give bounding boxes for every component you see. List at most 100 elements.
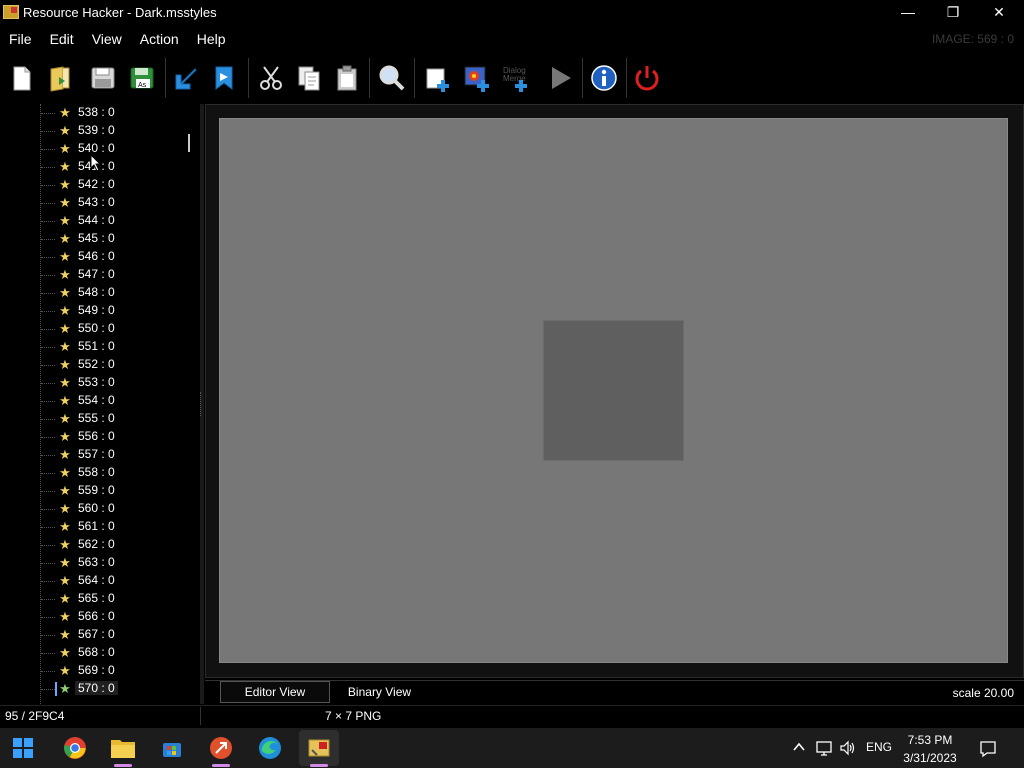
input-language[interactable]: ENG [866, 740, 892, 754]
splitter-grip[interactable] [200, 392, 203, 416]
info-icon[interactable] [586, 60, 622, 96]
tree-scrollbar-thumb[interactable] [188, 134, 190, 152]
tree-item[interactable]: ★ 565 : 0 [0, 590, 200, 608]
restore-button[interactable]: ❐ [930, 0, 976, 24]
tree-item-label: 539 : 0 [78, 123, 115, 137]
tree-item[interactable]: ★ 546 : 0 [0, 248, 200, 266]
clock-time[interactable]: 7:53 PM [890, 733, 970, 747]
tree-item[interactable]: ★ 568 : 0 [0, 644, 200, 662]
notifications-icon[interactable] [979, 740, 997, 761]
tree-item[interactable]: ★ 570 : 0 [0, 680, 200, 698]
find-icon[interactable] [373, 60, 409, 96]
star-icon: ★ [59, 267, 71, 282]
tree-item[interactable]: ★ 555 : 0 [0, 410, 200, 428]
tree-item[interactable]: ★ 553 : 0 [0, 374, 200, 392]
tree-item[interactable]: ★ 564 : 0 [0, 572, 200, 590]
tree-branch-line [41, 329, 55, 330]
tree-item[interactable]: ★ 562 : 0 [0, 536, 200, 554]
bookmark-arrow-icon[interactable] [206, 60, 242, 96]
volume-icon[interactable] [839, 740, 857, 759]
tree-branch-line [41, 347, 55, 348]
star-icon: ★ [59, 195, 71, 210]
menu-view[interactable]: View [83, 31, 131, 47]
add-resource-icon[interactable] [420, 60, 456, 96]
tree-item[interactable]: ★ 542 : 0 [0, 176, 200, 194]
save-as-icon[interactable]: As [124, 60, 160, 96]
tree-item[interactable]: ★ 543 : 0 [0, 194, 200, 212]
tree-branch-line [41, 203, 55, 204]
running-indicator [114, 764, 132, 767]
tree-item-label: 568 : 0 [78, 645, 115, 659]
menu-edit[interactable]: Edit [41, 31, 83, 47]
tree-item[interactable]: ★ 538 : 0 [0, 104, 200, 122]
close-button[interactable]: ✕ [976, 0, 1022, 24]
menu-help[interactable]: Help [188, 31, 235, 47]
tree-item[interactable]: ★ 559 : 0 [0, 482, 200, 500]
tree-item[interactable]: ★ 539 : 0 [0, 122, 200, 140]
tree-item[interactable]: ★ 548 : 0 [0, 284, 200, 302]
tab-binary-view[interactable]: Binary View [332, 681, 427, 703]
tree-item[interactable]: ★ 554 : 0 [0, 392, 200, 410]
tree-branch-line [41, 113, 55, 114]
tree-branch-line [41, 671, 55, 672]
add-image-icon[interactable] [459, 60, 495, 96]
star-icon: ★ [59, 555, 71, 570]
tree-item[interactable]: ★ 566 : 0 [0, 608, 200, 626]
minimize-button[interactable]: — [885, 0, 931, 24]
remote-desktop-icon[interactable] [201, 730, 241, 766]
tree-item-label: 538 : 0 [78, 105, 115, 119]
clock-date[interactable]: 3/31/2023 [890, 751, 970, 765]
new-file-icon[interactable] [3, 60, 39, 96]
edge-icon[interactable] [250, 730, 290, 766]
tree-item-label: 562 : 0 [78, 537, 115, 551]
tree-item-label: 544 : 0 [78, 213, 115, 227]
menu-file[interactable]: File [0, 31, 41, 47]
resource-hacker-icon[interactable] [299, 730, 339, 766]
open-folder-icon[interactable] [42, 60, 78, 96]
tree-item-label: 549 : 0 [78, 303, 115, 317]
add-dialog-icon[interactable]: Dialog Merge [498, 60, 534, 96]
tree-item[interactable]: ★ 552 : 0 [0, 356, 200, 374]
exit-power-icon[interactable] [629, 60, 665, 96]
menu-bar: File Edit View Action Help [0, 28, 1024, 50]
status-position: 95 / 2F9C4 [5, 709, 65, 723]
tree-branch-line [41, 275, 55, 276]
star-icon: ★ [59, 609, 71, 624]
tree-branch-line [41, 617, 55, 618]
tree-item[interactable]: ★ 561 : 0 [0, 518, 200, 536]
tree-item[interactable]: ★ 550 : 0 [0, 320, 200, 338]
star-icon: ★ [59, 123, 71, 138]
tree-item[interactable]: ★ 551 : 0 [0, 338, 200, 356]
start-icon[interactable] [3, 730, 43, 766]
paste-icon[interactable] [329, 60, 365, 96]
tree-item[interactable]: ★ 556 : 0 [0, 428, 200, 446]
menu-action[interactable]: Action [131, 31, 188, 47]
tree-item[interactable]: ★ 558 : 0 [0, 464, 200, 482]
chrome-icon[interactable] [55, 730, 95, 766]
tree-item[interactable]: ★ 547 : 0 [0, 266, 200, 284]
tree-item[interactable]: ★ 544 : 0 [0, 212, 200, 230]
tree-item[interactable]: ★ 545 : 0 [0, 230, 200, 248]
show-hidden-icons-icon[interactable] [792, 740, 806, 757]
copy-icon[interactable] [291, 60, 327, 96]
tree-item[interactable]: ★ 563 : 0 [0, 554, 200, 572]
tree-item[interactable]: ★ 557 : 0 [0, 446, 200, 464]
tree-item-label: 543 : 0 [78, 195, 115, 209]
run-script-icon[interactable] [542, 60, 578, 96]
tab-editor-view[interactable]: Editor View [220, 681, 330, 703]
tree-item[interactable]: ★ 549 : 0 [0, 302, 200, 320]
tree-item-label: 551 : 0 [78, 339, 115, 353]
toolbar-separator [582, 58, 583, 98]
cut-icon[interactable] [253, 60, 289, 96]
tree-item[interactable]: ★ 567 : 0 [0, 626, 200, 644]
store-icon[interactable] [152, 730, 192, 766]
compile-down-arrow-icon[interactable] [168, 60, 204, 96]
toolbar-separator [369, 58, 370, 98]
tree-item-label: 545 : 0 [78, 231, 115, 245]
save-icon[interactable] [85, 60, 121, 96]
tree-item[interactable]: ★ 569 : 0 [0, 662, 200, 680]
file-explorer-icon[interactable] [103, 730, 143, 766]
network-icon[interactable] [815, 740, 833, 759]
tree-item[interactable]: ★ 560 : 0 [0, 500, 200, 518]
resource-id-label: IMAGE: 569 : 0 [931, 32, 1014, 46]
